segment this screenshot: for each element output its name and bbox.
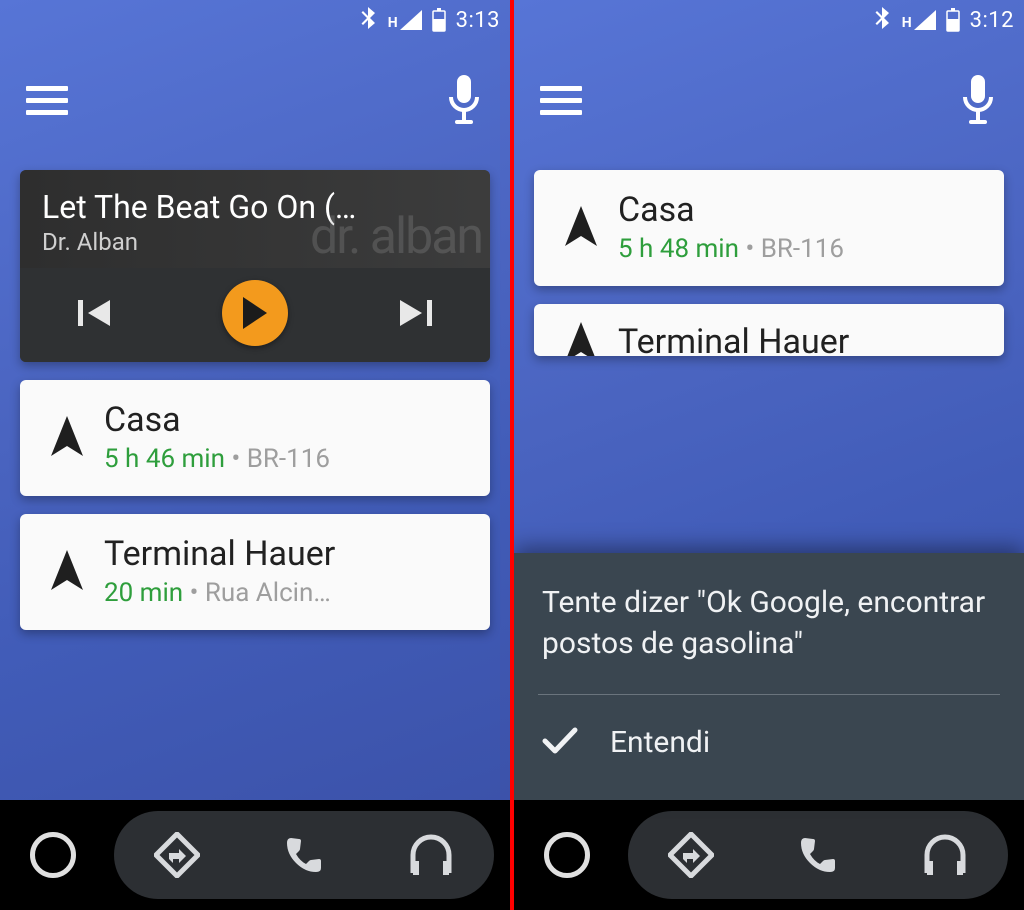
nav-route: BR-116 (761, 234, 844, 264)
navigate-icon (558, 204, 604, 250)
bottom-nav (514, 800, 1024, 910)
menu-button[interactable] (26, 86, 68, 115)
nav-route: Rua Alcin… (205, 578, 331, 608)
check-icon (542, 726, 578, 760)
nav-card-terminal[interactable]: Terminal Hauer (534, 304, 1004, 356)
directions-button[interactable] (661, 825, 721, 885)
nav-subtitle: 5 h 48 min • BR-116 (618, 234, 986, 264)
navigate-icon (44, 414, 90, 460)
music-info: dr. alban Let The Beat Go On (… Dr. Alba… (20, 170, 490, 268)
track-artist: Dr. Alban (42, 228, 468, 256)
voice-tip-card: Tente dizer "Ok Google, encontrar postos… (514, 553, 1024, 800)
nav-card-casa[interactable]: Casa 5 h 48 min • BR-116 (534, 170, 1004, 286)
clock: 3:12 (970, 8, 1014, 33)
status-bar: H 3:13 (0, 0, 510, 40)
mic-button[interactable] (444, 73, 484, 128)
top-bar (514, 40, 1024, 160)
directions-button[interactable] (147, 825, 207, 885)
next-button[interactable] (389, 288, 439, 338)
nav-title: Casa (618, 190, 986, 230)
nav-subtitle: 20 min • Rua Alcin… (104, 578, 472, 608)
headphones-button[interactable] (915, 825, 975, 885)
content-area: Casa 5 h 48 min • BR-116 Terminal Hauer (514, 160, 1024, 800)
phone-button[interactable] (274, 825, 334, 885)
voice-tip-text: Tente dizer "Ok Google, encontrar postos… (542, 583, 996, 664)
nav-title: Casa (104, 400, 472, 440)
music-controls (20, 268, 490, 362)
home-button[interactable] (544, 832, 590, 878)
top-bar (0, 40, 510, 160)
nav-eta: 20 min (104, 578, 183, 608)
battery-icon (946, 8, 960, 32)
battery-icon (432, 8, 446, 32)
network-h-icon: H (388, 10, 422, 30)
nav-route: BR-116 (247, 444, 330, 474)
track-title: Let The Beat Go On (… (42, 188, 468, 226)
bluetooth-icon (874, 7, 892, 33)
phone-button[interactable] (788, 825, 848, 885)
nav-card-casa[interactable]: Casa 5 h 46 min • BR-116 (20, 380, 490, 496)
nav-pill (628, 811, 1008, 899)
screen-right: H 3:12 Casa (514, 0, 1024, 910)
got-it-label: Entendi (610, 725, 710, 760)
content-area: dr. alban Let The Beat Go On (… Dr. Alba… (0, 160, 510, 800)
home-button[interactable] (30, 832, 76, 878)
music-card[interactable]: dr. alban Let The Beat Go On (… Dr. Alba… (20, 170, 490, 362)
nav-title: Terminal Hauer (618, 322, 986, 356)
nav-eta: 5 h 48 min (618, 234, 739, 264)
bluetooth-icon (360, 7, 378, 33)
navigate-icon (558, 320, 604, 356)
menu-button[interactable] (540, 86, 582, 115)
status-bar: H 3:12 (514, 0, 1024, 40)
screen-left: H 3:13 dr. alban Let The Beat Go (0, 0, 510, 910)
nav-subtitle: 5 h 46 min • BR-116 (104, 444, 472, 474)
mic-button[interactable] (958, 73, 998, 128)
navigate-icon (44, 548, 90, 594)
clock: 3:13 (456, 8, 500, 33)
previous-button[interactable] (71, 288, 121, 338)
nav-card-terminal[interactable]: Terminal Hauer 20 min • Rua Alcin… (20, 514, 490, 630)
network-h-icon: H (902, 10, 936, 30)
bottom-nav (0, 800, 510, 910)
play-button[interactable] (222, 280, 288, 346)
nav-title: Terminal Hauer (104, 534, 472, 574)
nav-eta: 5 h 46 min (104, 444, 225, 474)
headphones-button[interactable] (401, 825, 461, 885)
got-it-button[interactable]: Entendi (542, 695, 996, 760)
nav-pill (114, 811, 494, 899)
